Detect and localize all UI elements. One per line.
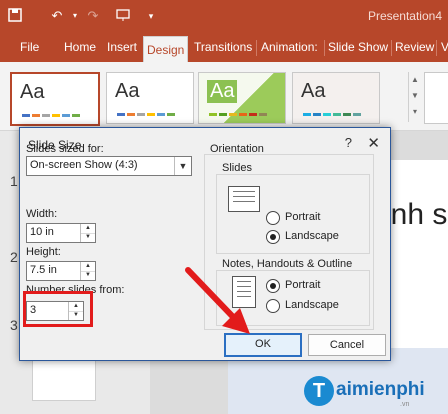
theme-sample-text: Aa: [207, 80, 238, 103]
chevron-down-icon[interactable]: ▼: [174, 157, 191, 175]
highlight-box: [23, 291, 93, 327]
color-swatch: [323, 113, 331, 116]
tab-view[interactable]: V: [439, 32, 448, 62]
undo-icon[interactable]: ↶: [48, 7, 66, 25]
ribbon-tabs: File Home Insert Design Transitions Anim…: [0, 32, 448, 63]
notes-landscape-radio[interactable]: [266, 299, 280, 313]
tab-home[interactable]: Home: [62, 32, 98, 62]
color-swatch: [22, 114, 30, 117]
tab-separator: [324, 40, 325, 56]
watermark-logo: T aimienphi .vn: [304, 374, 448, 410]
notes-landscape-label[interactable]: Landscape: [285, 299, 339, 311]
tab-separator: [391, 40, 392, 56]
color-swatch: [259, 113, 267, 116]
notes-portrait-label[interactable]: Portrait: [285, 279, 320, 291]
cancel-button[interactable]: Cancel: [308, 334, 386, 356]
watermark-brand: aimienphi: [336, 379, 425, 400]
theme-sample-text: Aa: [115, 80, 140, 102]
scroll-up-icon[interactable]: ▲: [409, 72, 421, 88]
color-swatch: [42, 114, 50, 117]
color-swatch: [219, 113, 227, 116]
tab-design[interactable]: Design: [143, 36, 189, 63]
color-swatch: [127, 113, 135, 116]
slides-portrait-label[interactable]: Portrait: [285, 211, 320, 223]
slides-label: Slides: [222, 162, 252, 174]
watermark-suffix: .vn: [400, 401, 410, 408]
slide-thumbnail[interactable]: [32, 359, 96, 401]
tab-review[interactable]: Review: [393, 32, 436, 62]
color-swatch: [249, 113, 257, 116]
tab-slide-show[interactable]: Slide Show: [326, 32, 390, 62]
tab-transitions[interactable]: Transitions: [192, 32, 254, 62]
width-value: 10 in: [30, 226, 54, 238]
notes-label: Notes, Handouts & Outline: [222, 258, 353, 270]
color-swatch: [72, 114, 80, 117]
slide-number: 2: [10, 249, 18, 265]
help-icon[interactable]: ?: [345, 135, 352, 150]
color-swatch: [313, 113, 321, 116]
ok-button[interactable]: OK: [224, 333, 302, 357]
more-themes-icon[interactable]: ▾: [409, 104, 421, 120]
landscape-page-icon: [228, 186, 260, 212]
variant-thumbnail[interactable]: [424, 72, 448, 124]
color-swatch: [147, 113, 155, 116]
theme-integral[interactable]: Aa: [292, 72, 380, 124]
color-swatch: [52, 114, 60, 117]
undo-dropdown-icon[interactable]: ▾: [66, 7, 84, 25]
color-swatch: [229, 113, 237, 116]
color-swatch: [209, 113, 217, 116]
color-swatch: [137, 113, 145, 116]
close-icon[interactable]: ✕: [367, 134, 380, 152]
color-swatch: [353, 113, 361, 116]
sized-for-select[interactable]: On-screen Show (4:3) ▼: [26, 156, 192, 176]
slides-portrait-radio[interactable]: [266, 211, 280, 225]
theme-gallery-scroll[interactable]: ▲ ▼ ▾: [408, 72, 421, 122]
slide-number: 1: [10, 173, 18, 189]
decrement-icon[interactable]: ▼: [80, 233, 95, 242]
tab-separator: [436, 40, 437, 56]
theme-office-2[interactable]: Aa: [106, 72, 194, 124]
color-swatch: [333, 113, 341, 116]
portrait-page-icon: [232, 276, 256, 308]
color-swatch: [62, 114, 70, 117]
notes-portrait-radio[interactable]: [266, 279, 280, 293]
color-swatch: [167, 113, 175, 116]
watermark-letter: T: [304, 376, 334, 406]
theme-sample-text: Aa: [20, 81, 45, 103]
tab-insert[interactable]: Insert: [105, 32, 139, 62]
sized-for-label: Slides sized for:: [26, 143, 104, 155]
tab-separator: [256, 40, 257, 56]
color-swatch: [303, 113, 311, 116]
height-label: Height:: [26, 246, 61, 258]
title-bar: ↶ ▾ ↷ ▾ Presentation4: [0, 0, 448, 32]
sized-for-value: On-screen Show (4:3): [30, 159, 138, 171]
customize-dropdown-icon[interactable]: ▾: [142, 7, 160, 25]
slides-landscape-radio[interactable]: [266, 230, 280, 244]
decrement-icon[interactable]: ▼: [80, 271, 95, 280]
slides-landscape-label[interactable]: Landscape: [285, 230, 339, 242]
color-swatch: [32, 114, 40, 117]
tab-file[interactable]: File: [18, 32, 41, 62]
tab-animations[interactable]: Animation:: [259, 32, 320, 62]
design-ribbon: Aa Aa Aa Aa ▲ ▼ ▾: [0, 62, 448, 131]
color-swatch: [157, 113, 165, 116]
scroll-down-icon[interactable]: ▼: [409, 88, 421, 104]
theme-facet[interactable]: Aa: [198, 72, 286, 124]
color-swatch: [239, 113, 247, 116]
height-spinner[interactable]: 7.5 in ▲ ▼: [26, 261, 96, 281]
slide-number: 3: [10, 317, 18, 333]
color-swatch: [343, 113, 351, 116]
width-spinner[interactable]: 10 in ▲ ▼: [26, 223, 96, 243]
color-swatch: [117, 113, 125, 116]
theme-office[interactable]: Aa: [10, 72, 100, 126]
redo-icon[interactable]: ↷: [84, 7, 102, 25]
width-label: Width:: [26, 208, 58, 220]
document-title: Presentation4: [367, 9, 442, 23]
slide-size-dialog: Slide Size ? ✕ Slides sized for: On-scre…: [19, 127, 391, 361]
height-value: 7.5 in: [30, 264, 57, 276]
present-from-start-icon[interactable]: [114, 7, 132, 25]
save-icon[interactable]: [6, 7, 24, 25]
theme-sample-text: Aa: [301, 80, 326, 102]
